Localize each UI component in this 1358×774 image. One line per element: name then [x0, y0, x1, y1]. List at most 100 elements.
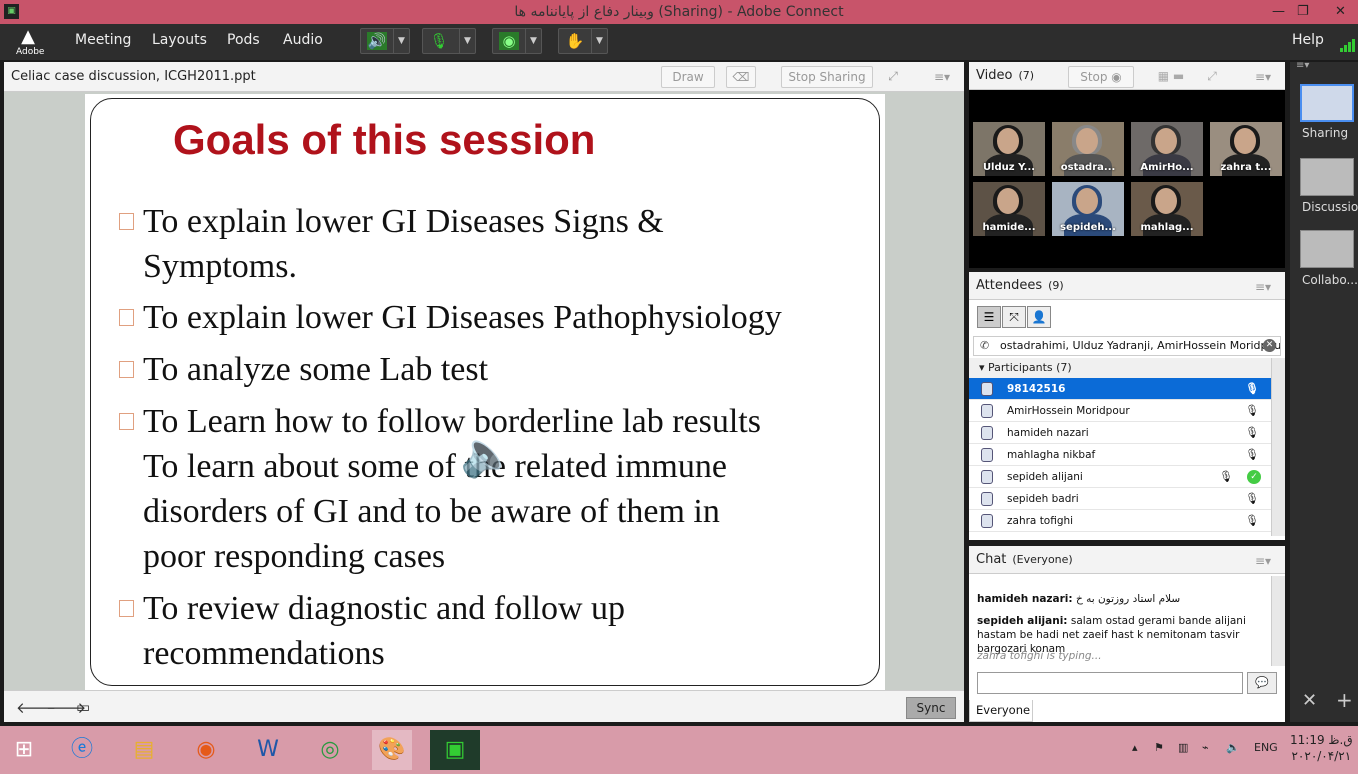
adobe-connect-app-icon: ▣	[4, 4, 19, 19]
attendee-row[interactable]: hamideh nazari 🎙	[969, 422, 1271, 444]
adobe-connect-taskbar-icon[interactable]: ▣	[430, 730, 480, 770]
clear-filter-icon[interactable]: ✕	[1263, 339, 1276, 352]
stop-video-button[interactable]: Stop ◉	[1068, 66, 1134, 88]
eraser-button[interactable]: ⌫	[726, 66, 756, 88]
chat-message-input[interactable]	[977, 672, 1243, 694]
close-button[interactable]: ✕	[1335, 0, 1346, 24]
attendee-row[interactable]: mahlagha nikbaf 🎙	[969, 444, 1271, 466]
attendee-filter-field[interactable]: ✆ ostadrahimi, Ulduz Yadranji, AmirHosse…	[973, 336, 1281, 356]
role-view-icon[interactable]: 👤	[1027, 306, 1051, 328]
flag-icon[interactable]: ⚑	[1154, 741, 1164, 754]
attendee-name: hamideh nazari	[1007, 427, 1089, 439]
tray-overflow-icon[interactable]: ▴	[1132, 741, 1138, 754]
video-tile[interactable]: Ulduz Y...	[973, 122, 1045, 176]
layout-discussion-label[interactable]: Discussion	[1302, 200, 1358, 214]
participants-group[interactable]: ▾ Participants (7)	[969, 358, 1271, 378]
fullscreen-icon[interactable]: ⤢	[881, 66, 905, 88]
attendees-pod-header: Attendees (9) ≡▾	[969, 272, 1285, 300]
video-tile-name: ostadra...	[1060, 162, 1116, 173]
windows-start-icon[interactable]: ⊞	[4, 730, 44, 770]
video-tile[interactable]: mahlag...	[1131, 182, 1203, 236]
attendee-row[interactable]: sepideh alijani 🎙 ✓	[969, 466, 1271, 488]
layout-sharing-label[interactable]: Sharing	[1302, 126, 1348, 140]
user-icon	[981, 426, 993, 440]
file-explorer-icon[interactable]: ▤	[124, 730, 164, 770]
share-pod-footer: 🡐 🡒 ▭ Sync	[4, 690, 964, 722]
chrome-icon[interactable]: ◎	[310, 730, 350, 770]
firefox-icon[interactable]: ◉	[186, 730, 226, 770]
delete-layout-icon[interactable]: ✕	[1302, 690, 1317, 711]
attendee-list-scrollbar[interactable]	[1271, 358, 1285, 536]
attendee-row[interactable]: sepideh badri 🎙	[969, 488, 1271, 510]
system-clock[interactable]: 11:19 ق.ظ ۲۰۲۰/۰۴/۲۱	[1290, 732, 1353, 764]
chat-tab-everyone[interactable]: Everyone	[969, 700, 1033, 722]
speaker-dropdown[interactable]: ▼	[393, 29, 409, 53]
video-tile-name: sepideh...	[1060, 222, 1116, 233]
webcam-dropdown[interactable]: ▼	[525, 29, 541, 53]
layouts-options-icon[interactable]: ≡▾	[1296, 60, 1309, 71]
video-layout-icon[interactable]: ▦ ▬	[1143, 66, 1199, 88]
network-icon[interactable]: ▥	[1178, 741, 1188, 754]
send-message-icon[interactable]: 💬	[1247, 672, 1277, 694]
menu-pods[interactable]: Pods	[227, 32, 260, 48]
status-dropdown[interactable]: ▼	[591, 29, 607, 53]
user-icon	[981, 470, 993, 484]
slide-audio-speaker-icon[interactable]: 🔈	[460, 428, 515, 480]
fullscreen-icon[interactable]: ⤢	[1201, 66, 1223, 88]
attendee-row[interactable]: 98142516 🎙	[969, 378, 1271, 400]
video-tile[interactable]: hamide...	[973, 182, 1045, 236]
typing-indicator: zahra tofighi is typing...	[977, 650, 1102, 662]
add-layout-icon[interactable]: +	[1336, 688, 1353, 712]
layout-sharing-thumb[interactable]	[1300, 84, 1354, 122]
microphone-dropdown[interactable]: ▼	[459, 29, 475, 53]
video-tile-name: Ulduz Y...	[982, 162, 1036, 173]
slide-bullet: To analyze some Lab test	[119, 347, 883, 392]
webcam-icon: ◉	[499, 32, 519, 50]
input-language[interactable]: ENG	[1254, 741, 1278, 754]
attendee-row[interactable]: AmirHossein Moridpour 🎙	[969, 400, 1271, 422]
microphone-button[interactable]: 🎙 ▼	[422, 28, 476, 54]
menu-bar: ▲ Adobe Meeting Layouts Pods Audio 🔊 ▼ 🎙…	[0, 24, 1358, 60]
microphone-icon: 🎙	[1245, 382, 1259, 395]
slide-heading: Goals of this session	[173, 116, 596, 163]
minimize-button[interactable]: —	[1272, 0, 1285, 24]
bullet-text: Symptoms.	[143, 248, 297, 285]
internet-explorer-icon[interactable]: ⓔ	[62, 730, 102, 770]
menu-help[interactable]: Help	[1292, 32, 1324, 48]
volume-icon[interactable]: 🔈	[1226, 741, 1240, 754]
pod-options-icon[interactable]: ≡▾	[934, 70, 950, 84]
bullet-box-icon	[119, 213, 134, 230]
restore-button[interactable]: ❐	[1297, 0, 1309, 24]
pod-options-icon[interactable]: ≡▾	[1255, 554, 1271, 568]
layout-collaboration-thumb[interactable]	[1300, 230, 1354, 268]
speaker-icon: 🔊	[367, 32, 387, 50]
sync-button[interactable]: Sync	[906, 697, 956, 719]
video-tile[interactable]: sepideh...	[1052, 182, 1124, 236]
breakout-view-icon[interactable]: ⤧	[1002, 306, 1026, 328]
pod-options-icon[interactable]: ≡▾	[1255, 70, 1271, 84]
raise-hand-button[interactable]: ✋ ▼	[558, 28, 608, 54]
stop-sharing-button[interactable]: Stop Sharing	[781, 66, 873, 88]
paint-icon[interactable]: 🎨	[372, 730, 412, 770]
attendee-list: ▾ Participants (7) 98142516 🎙 AmirHossein…	[969, 358, 1271, 532]
layout-discussion-thumb[interactable]	[1300, 158, 1354, 196]
video-tile[interactable]: zahra t...	[1210, 122, 1282, 176]
sidebar-toggle-icon[interactable]: ▭	[76, 698, 90, 716]
menu-layouts[interactable]: Layouts	[152, 32, 207, 48]
menu-audio[interactable]: Audio	[283, 32, 323, 48]
user-icon	[981, 382, 993, 396]
speaker-button[interactable]: 🔊 ▼	[360, 28, 410, 54]
microphone-icon: 🎙	[1245, 492, 1259, 505]
list-view-icon[interactable]: ☰	[977, 306, 1001, 328]
layout-collaboration-label[interactable]: Collabo...	[1302, 273, 1358, 287]
webcam-button[interactable]: ◉ ▼	[492, 28, 542, 54]
video-tile[interactable]: ostadra...	[1052, 122, 1124, 176]
menu-meeting[interactable]: Meeting	[75, 32, 131, 48]
pod-options-icon[interactable]: ≡▾	[1255, 280, 1271, 294]
attendee-row[interactable]: zahra tofighi 🎙	[969, 510, 1271, 532]
word-icon[interactable]: W	[248, 730, 288, 770]
chat-scrollbar[interactable]	[1271, 576, 1285, 666]
video-tile[interactable]: AmirHo...	[1131, 122, 1203, 176]
power-icon[interactable]: ⌁	[1202, 741, 1209, 754]
draw-button[interactable]: Draw	[661, 66, 715, 88]
